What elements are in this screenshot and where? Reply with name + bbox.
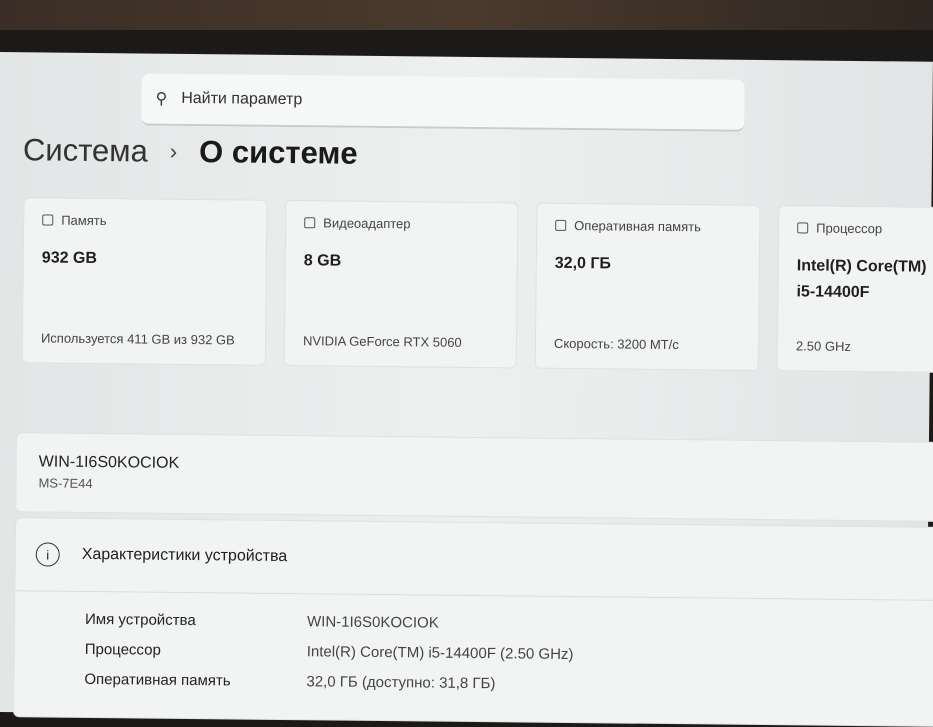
page-title: О системе [198, 134, 358, 171]
ram-card[interactable]: Оперативная память 32,0 ГБ Скорость: 320… [534, 202, 761, 371]
spec-key: Оперативная память [84, 670, 231, 689]
storage-icon [42, 214, 54, 226]
info-icon: i [35, 542, 60, 567]
search-input[interactable]: ⚲ Найти параметр [141, 73, 745, 132]
spec-value: Intel(R) Core(TM) i5-14400F (2.50 GHz) [306, 642, 574, 663]
specs-title: Характеристики устройства [81, 545, 288, 566]
cpu-card[interactable]: Процессор Intel(R) Core(TM) i5-14400F 2.… [776, 205, 933, 374]
card-sub: 2.50 GHz [795, 338, 851, 354]
spec-key: Процессор [84, 640, 161, 659]
card-value: 8 GB [303, 252, 342, 270]
card-label: Процессор [816, 220, 883, 237]
device-specs-section: i Характеристики устройства Имя устройст… [13, 517, 933, 727]
device-name-panel[interactable]: WIN-1I6S0KOCIOK MS-7E44 [15, 432, 933, 522]
card-sub: NVIDIA GeForce RTX 5060 [302, 333, 462, 350]
storage-card[interactable]: Память 932 GB Используется 411 GB из 932… [21, 197, 268, 366]
ram-icon [555, 219, 567, 231]
search-icon: ⚲ [155, 90, 168, 108]
card-label: Видеоадаптер [323, 215, 411, 232]
card-sub: Используется 411 GB из 932 GB [40, 330, 235, 348]
cpu-icon [797, 222, 809, 234]
spec-value: 32,0 ГБ (доступно: 31,8 ГБ) [306, 672, 496, 692]
breadcrumb: Система › О системе [23, 132, 358, 172]
gpu-card[interactable]: Видеоадаптер 8 GB NVIDIA GeForce RTX 506… [283, 199, 519, 369]
specs-header[interactable]: i Характеристики устройства [15, 518, 933, 601]
gpu-icon [304, 217, 316, 229]
spec-value: WIN-1I6S0KOCIOK [306, 612, 439, 632]
card-value: Intel(R) Core(TM) i5-14400F [796, 257, 927, 302]
search-placeholder: Найти параметр [181, 89, 303, 109]
spec-key: Имя устройства [84, 610, 196, 629]
chevron-right-icon: › [169, 138, 178, 164]
breadcrumb-system[interactable]: Система [23, 132, 148, 169]
card-label: Память [61, 212, 107, 229]
background-wall [0, 0, 933, 30]
settings-window: ⚲ Найти параметр Система › О системе Пам… [0, 52, 933, 727]
card-sub: Скорость: 3200 МТ/с [553, 335, 679, 353]
card-label: Оперативная память [574, 218, 702, 235]
card-value: 932 GB [41, 249, 98, 268]
card-value: 32,0 ГБ [554, 254, 612, 273]
